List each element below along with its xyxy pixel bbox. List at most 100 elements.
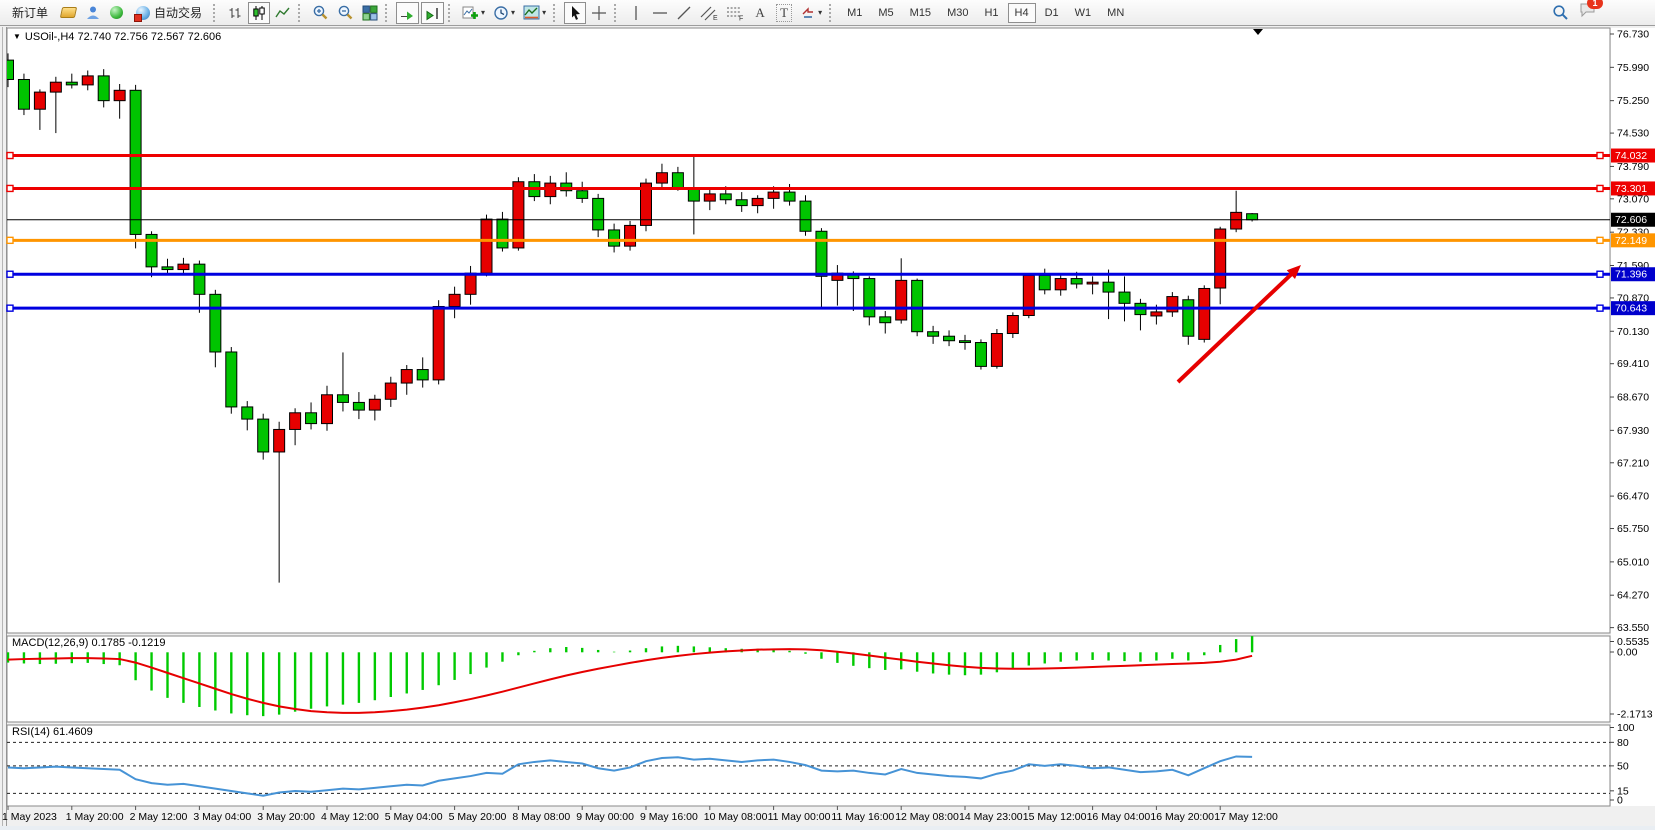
svg-text:3 May 20:00: 3 May 20:00 (257, 811, 315, 823)
candlestick-chart-button[interactable] (248, 2, 270, 24)
toolbar-grip (829, 4, 834, 22)
terminal-button[interactable] (105, 2, 127, 24)
tile-windows-button[interactable] (359, 2, 381, 24)
svg-text:-2.1713: -2.1713 (1617, 709, 1653, 721)
svg-text:66.470: 66.470 (1617, 491, 1649, 503)
horizontal-line-tool-button[interactable] (649, 2, 671, 24)
vertical-line-icon (629, 5, 643, 21)
svg-text:70.130: 70.130 (1617, 326, 1649, 338)
svg-text:74.032: 74.032 (1615, 150, 1647, 162)
auto-trading-icon (136, 6, 150, 20)
svg-text:76.730: 76.730 (1617, 29, 1649, 41)
equidistant-channel-tool-button[interactable]: E (697, 2, 721, 24)
svg-text:5 May 04:00: 5 May 04:00 (385, 811, 443, 823)
fibonacci-tool-button[interactable]: F (723, 2, 747, 24)
svg-text:68.670: 68.670 (1617, 392, 1649, 404)
chart-shift-icon (424, 5, 441, 21)
periods-button[interactable]: ▾ (490, 2, 518, 24)
templates-icon (523, 5, 540, 20)
toolbar-grip (213, 4, 218, 22)
arrows-tool-icon (800, 5, 816, 20)
equidistant-channel-icon: E (700, 5, 718, 21)
line-chart-icon (275, 5, 291, 21)
zoom-in-button[interactable] (309, 2, 332, 24)
terminal-icon (110, 6, 123, 19)
notification-badge: 1 (1587, 0, 1603, 9)
navigator-button[interactable] (81, 2, 103, 24)
market-watch-button[interactable] (57, 2, 79, 24)
auto-trading-button[interactable]: 自动交易 (129, 2, 209, 24)
main-toolbar: 新订单 自动交易 (0, 0, 1655, 26)
zoom-in-icon (312, 4, 329, 21)
indicators-button[interactable]: ▾ (459, 2, 488, 24)
text-label-tool-button[interactable]: T (773, 2, 795, 24)
auto-trading-stop-icon (134, 14, 142, 22)
svg-text:73.790: 73.790 (1617, 161, 1649, 173)
svg-text:1 May 20:00: 1 May 20:00 (66, 811, 124, 823)
svg-text:4 May 12:00: 4 May 12:00 (321, 811, 379, 823)
navigator-icon (85, 5, 100, 20)
svg-text:65.750: 65.750 (1617, 523, 1649, 535)
crosshair-button[interactable] (588, 2, 610, 24)
svg-text:9 May 16:00: 9 May 16:00 (640, 811, 698, 823)
svg-text:75.990: 75.990 (1617, 62, 1649, 74)
svg-text:73.301: 73.301 (1615, 183, 1647, 195)
svg-text:0: 0 (1617, 795, 1623, 807)
notifications-button[interactable]: 1 (1579, 2, 1597, 23)
crosshair-icon (591, 5, 607, 21)
cursor-icon (568, 5, 583, 21)
bar-chart-button[interactable] (224, 2, 246, 24)
auto-scroll-icon (399, 5, 416, 21)
svg-text:69.410: 69.410 (1617, 358, 1649, 370)
panel-main (7, 28, 1610, 633)
new-order-button[interactable]: 新订单 (5, 2, 55, 24)
trendline-tool-button[interactable] (673, 2, 695, 24)
timeframe-button-h4[interactable]: H4 (1008, 3, 1036, 23)
svg-text:80: 80 (1617, 737, 1629, 749)
auto-scroll-button[interactable] (396, 2, 419, 24)
zoom-out-button[interactable] (334, 2, 357, 24)
price-axis-area (1611, 28, 1655, 806)
tile-windows-icon (362, 5, 378, 21)
new-order-label: 新订单 (12, 4, 48, 21)
svg-text:F: F (739, 15, 743, 21)
toolbar-grip (385, 4, 390, 22)
timeframe-button-d1[interactable]: D1 (1038, 3, 1066, 23)
timeframe-button-h1[interactable]: H1 (977, 3, 1005, 23)
chart-shift-button[interactable] (421, 2, 444, 24)
svg-text:11 May 00:00: 11 May 00:00 (768, 811, 831, 823)
cursor-button[interactable] (564, 2, 586, 24)
svg-text:100: 100 (1617, 722, 1635, 734)
search-icon[interactable] (1552, 4, 1569, 21)
market-watch-icon (59, 7, 76, 18)
templates-button[interactable]: ▾ (520, 2, 549, 24)
indicators-dropdown-icon: ▾ (481, 8, 485, 17)
svg-text:71.396: 71.396 (1615, 269, 1647, 281)
timeframe-button-m15[interactable]: M15 (903, 3, 938, 23)
vertical-line-tool-button[interactable] (625, 2, 647, 24)
svg-text:67.210: 67.210 (1617, 457, 1649, 469)
svg-text:5 May 20:00: 5 May 20:00 (449, 811, 507, 823)
svg-text:74.530: 74.530 (1617, 128, 1649, 140)
arrows-tool-button[interactable]: ▾ (797, 2, 825, 24)
timeframe-button-mn[interactable]: MN (1100, 3, 1131, 23)
arrows-dropdown-icon: ▾ (818, 8, 822, 17)
timeframe-button-m30[interactable]: M30 (940, 3, 975, 23)
svg-text:64.270: 64.270 (1617, 590, 1649, 602)
svg-text:9 May 00:00: 9 May 00:00 (576, 811, 634, 823)
svg-text:50: 50 (1617, 760, 1629, 772)
svg-text:72.606: 72.606 (1615, 214, 1647, 226)
timeframe-button-w1[interactable]: W1 (1068, 3, 1099, 23)
timeframe-group: M1M5M15M30H1H4D1W1MN (839, 3, 1132, 23)
line-chart-button[interactable] (272, 2, 294, 24)
timeframe-button-m1[interactable]: M1 (840, 3, 869, 23)
svg-text:8 May 08:00: 8 May 08:00 (512, 811, 570, 823)
svg-text:3 May 04:00: 3 May 04:00 (193, 811, 251, 823)
periods-dropdown-icon: ▾ (511, 8, 515, 17)
text-tool-icon: A (755, 5, 764, 21)
svg-text:16 May 04:00: 16 May 04:00 (1087, 811, 1151, 823)
timeframe-button-m5[interactable]: M5 (871, 3, 900, 23)
chart-canvas[interactable]: 76.73075.99075.25074.53073.79073.07072.3… (0, 27, 1655, 830)
svg-text:E: E (713, 15, 718, 21)
text-tool-button[interactable]: A (749, 2, 771, 24)
